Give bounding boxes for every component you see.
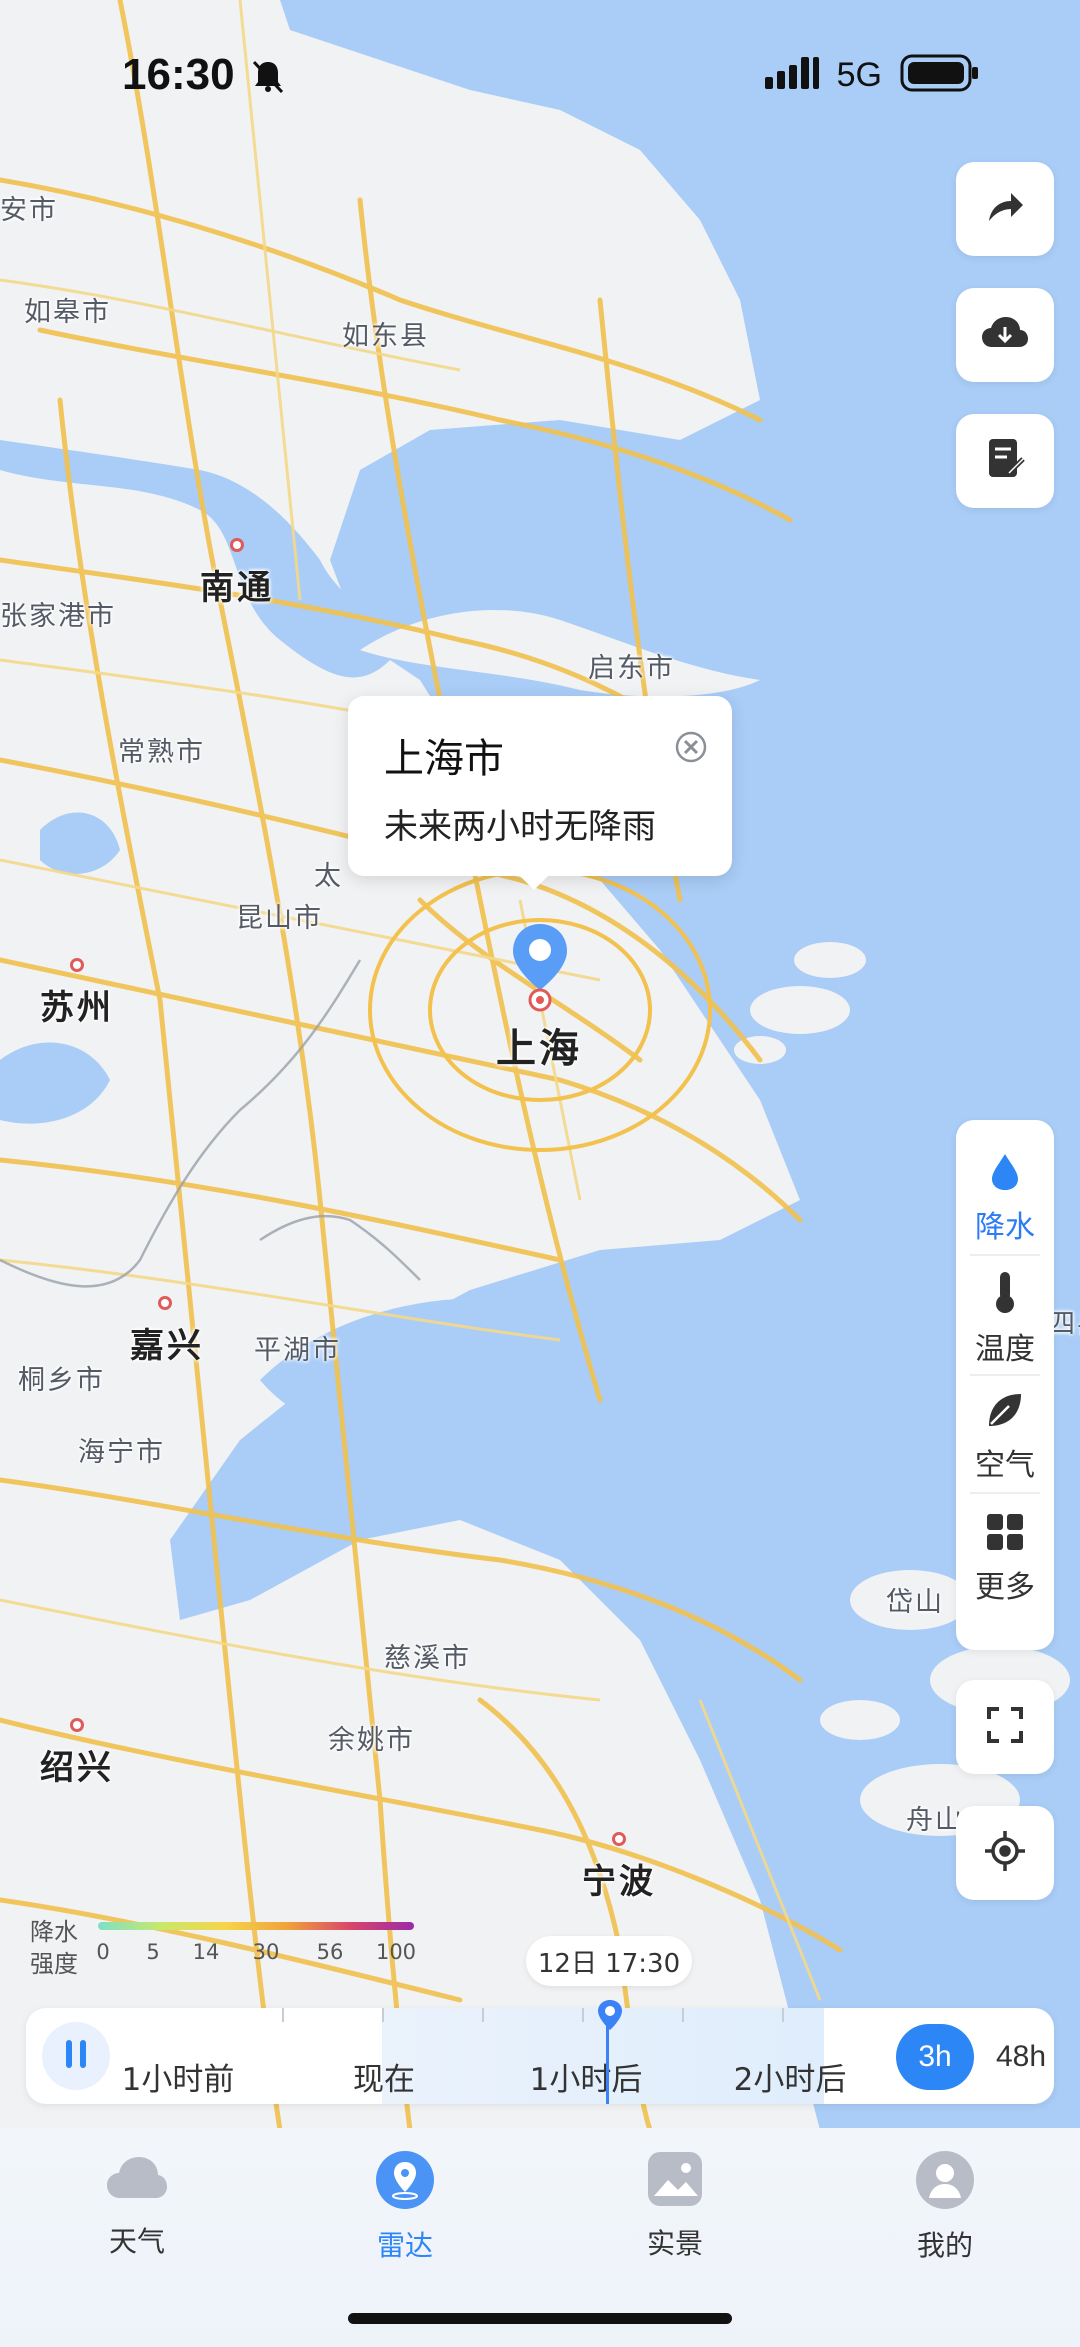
timeline-handle-icon[interactable] xyxy=(596,1998,624,2036)
city-dot-suzhou xyxy=(70,958,84,972)
layer-label: 降水 xyxy=(975,1210,1035,1245)
cloud-icon xyxy=(104,2150,170,2210)
locate-crosshair-icon xyxy=(983,1829,1027,1877)
legend-tick: 56 xyxy=(316,1940,344,1964)
layer-precipitation[interactable]: 降水 xyxy=(956,1152,1054,1246)
legend-color-bar xyxy=(98,1922,414,1930)
map-label-qidong: 启东市 xyxy=(588,653,675,684)
map-label-zhangjiagang: 张家港市 xyxy=(0,601,116,632)
locate-button[interactable] xyxy=(956,1806,1054,1900)
grid-icon xyxy=(985,1512,1025,1556)
map-label-shanghai: 上海 xyxy=(496,1026,582,1072)
nav-weather[interactable]: 天气 xyxy=(72,2150,202,2260)
popup-subtitle: 未来两小时无降雨 xyxy=(384,807,656,847)
map-label-pinghu: 平湖市 xyxy=(254,1335,341,1366)
legend-tick: 14 xyxy=(192,1940,220,1964)
edit-note-icon xyxy=(985,437,1025,485)
map-label-ningbo: 宁波 xyxy=(582,1862,656,1902)
leaf-icon xyxy=(985,1390,1025,1434)
pause-icon xyxy=(64,2038,88,2074)
timeline-label[interactable]: 现在 xyxy=(353,2054,415,2099)
map-label-rugao: 如皋市 xyxy=(24,297,111,328)
map-label-rudong: 如东县 xyxy=(342,321,429,352)
layer-label: 温度 xyxy=(975,1332,1035,1367)
radar-pin-icon xyxy=(375,2150,435,2214)
map-label-cixi: 慈溪市 xyxy=(384,1643,471,1674)
map-label-daishan: 岱山 xyxy=(886,1587,944,1618)
legend-title-line2: 强度 xyxy=(30,1950,78,1978)
current-time-chip: 12日 17:30 xyxy=(526,1936,692,1986)
legend-tick: 0 xyxy=(96,1940,110,1964)
city-dot-jiaxing xyxy=(158,1296,172,1310)
nav-label: 我的 xyxy=(916,2229,973,2262)
city-dot-shaoxing xyxy=(70,1718,84,1732)
nav-live-view[interactable]: 实景 xyxy=(610,2150,740,2262)
map-label-kunshan: 昆山市 xyxy=(236,903,323,934)
nav-label: 雷达 xyxy=(376,2229,433,2262)
layer-panel: 降水 温度 空气 更多 xyxy=(956,1120,1054,1650)
map-label-haining: 海宁市 xyxy=(78,1437,165,1468)
location-popup[interactable]: 上海市 未来两小时无降雨 xyxy=(348,696,732,890)
map-label-tai: 太 xyxy=(314,861,343,892)
nav-radar[interactable]: 雷达 xyxy=(340,2150,470,2264)
battery-icon xyxy=(900,54,980,96)
layer-more[interactable]: 更多 xyxy=(956,1512,1054,1606)
range-toggle: 3h 48h xyxy=(896,2024,1054,2090)
signal-icon xyxy=(764,57,819,93)
legend-title-line1: 降水 xyxy=(30,1918,78,1946)
photo-icon xyxy=(646,2150,704,2212)
cloud-icon xyxy=(980,313,1030,357)
map-label-suzhou: 苏州 xyxy=(40,988,114,1028)
map-label-yuyao: 余姚市 xyxy=(328,1725,415,1756)
legend-tick: 5 xyxy=(146,1940,160,1964)
legend-tick: 100 xyxy=(375,1940,417,1964)
nav-profile[interactable]: 我的 xyxy=(880,2150,1010,2264)
city-dot-ningbo xyxy=(612,1832,626,1846)
city-dot-nantong xyxy=(230,538,244,552)
popup-title: 上海市 xyxy=(384,736,504,782)
layer-temperature[interactable]: 温度 xyxy=(956,1270,1054,1368)
cloud-button[interactable] xyxy=(956,288,1054,382)
range-48h-button[interactable]: 48h xyxy=(982,2024,1054,2090)
map-label-tongxiang: 桐乡市 xyxy=(18,1365,105,1396)
fullscreen-icon xyxy=(985,1705,1025,1749)
range-3h-button[interactable]: 3h xyxy=(896,2024,974,2090)
timeline-bar[interactable]: 1小时前 现在 1小时后 2小时后 3h 48h xyxy=(26,2008,1054,2104)
share-arrow-icon xyxy=(983,185,1027,233)
map-label-shaoxing: 绍兴 xyxy=(40,1748,114,1788)
mute-bell-icon xyxy=(250,58,286,98)
map-label-anshi: 安市 xyxy=(0,195,58,226)
layer-label: 更多 xyxy=(975,1570,1035,1605)
layer-air[interactable]: 空气 xyxy=(956,1390,1054,1484)
map-label-jiaxing: 嘉兴 xyxy=(130,1326,204,1366)
nav-label: 实景 xyxy=(646,2227,703,2260)
edit-button[interactable] xyxy=(956,414,1054,508)
map-label-nantong: 南通 xyxy=(200,568,274,608)
timeline-label[interactable]: 1小时前 xyxy=(122,2054,235,2099)
status-time: 16:30 xyxy=(122,50,235,99)
network-label: 5G xyxy=(836,55,882,94)
home-indicator[interactable] xyxy=(348,2313,732,2324)
pause-button[interactable] xyxy=(42,2022,110,2090)
fullscreen-button[interactable] xyxy=(956,1680,1054,1774)
legend-tick: 30 xyxy=(252,1940,280,1964)
location-pin-icon[interactable] xyxy=(510,922,570,1012)
thermometer-icon xyxy=(990,1270,1020,1318)
nav-label: 天气 xyxy=(108,2225,165,2258)
share-button[interactable] xyxy=(956,162,1054,256)
layer-label: 空气 xyxy=(975,1448,1035,1483)
timeline-label[interactable]: 1小时后 xyxy=(530,2054,643,2099)
raindrop-icon xyxy=(988,1152,1022,1196)
close-icon[interactable] xyxy=(674,730,708,764)
map-label-changshu: 常熟市 xyxy=(118,737,205,768)
timeline-label[interactable]: 2小时后 xyxy=(734,2054,847,2099)
user-icon xyxy=(915,2150,975,2214)
